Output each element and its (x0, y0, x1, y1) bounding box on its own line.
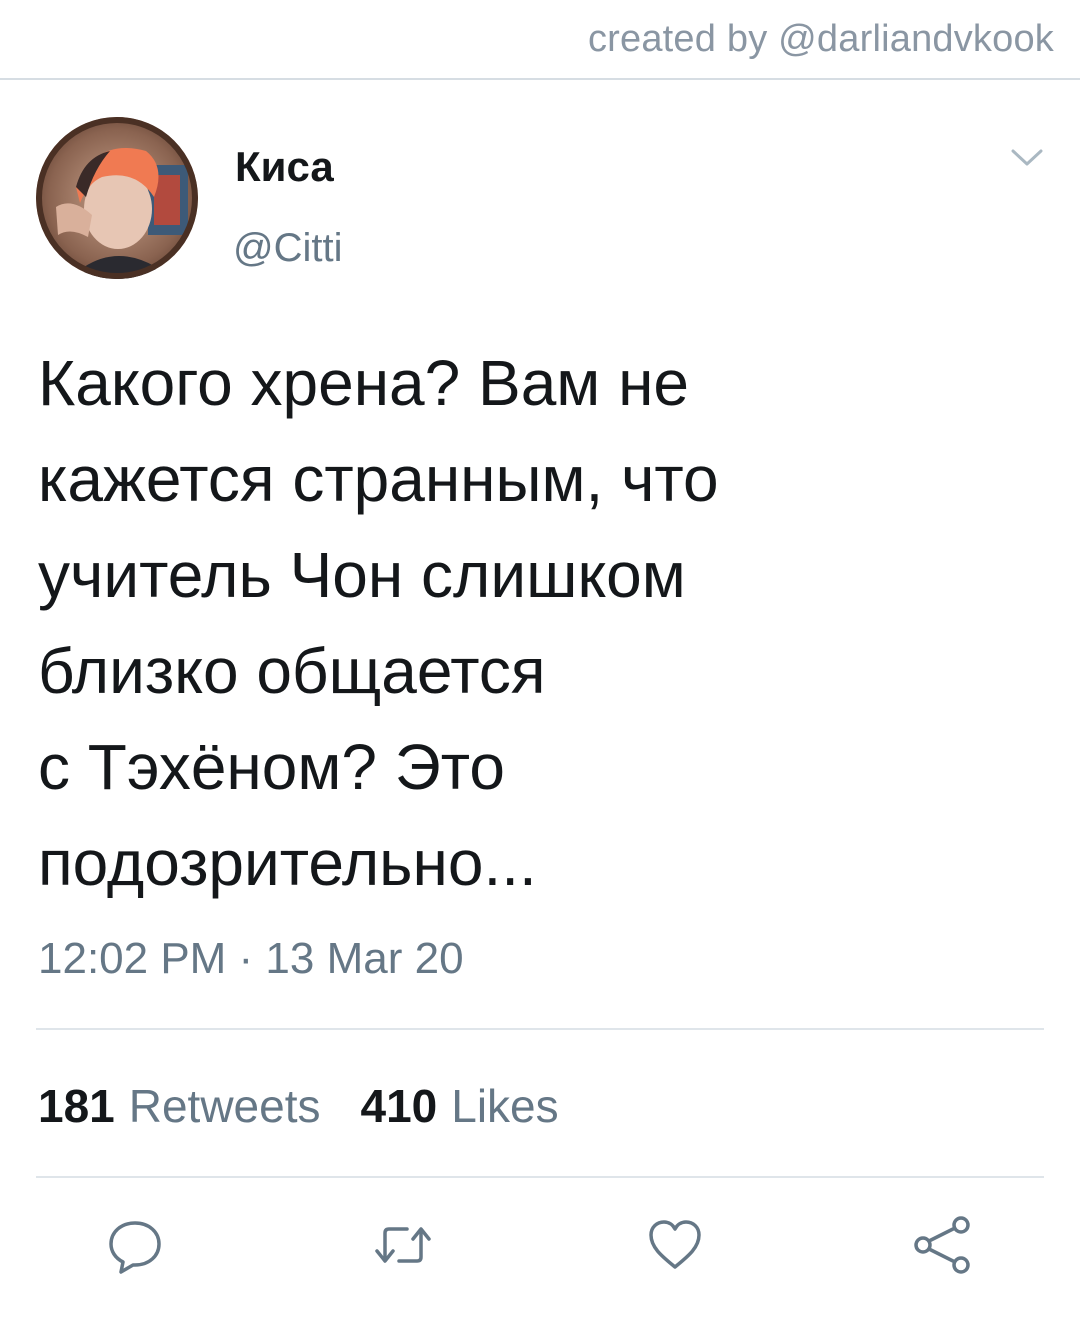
likes-count: 410 (360, 1080, 438, 1132)
retweets-count: 181 (38, 1080, 115, 1132)
reply-button[interactable] (100, 1210, 170, 1280)
likes-label: Likes (451, 1080, 559, 1132)
tweet-text-line: подозрительно... (38, 827, 537, 899)
retweets-stat[interactable]: 181 Retweets (38, 1079, 321, 1133)
stats-bar: 181 Retweets 410 Likes (38, 1079, 559, 1133)
top-divider (0, 78, 1080, 80)
chevron-down-icon[interactable] (1010, 146, 1044, 170)
tweet-text-line: Какого хрена? Вам не (38, 347, 689, 419)
tweet-text-line: кажется странным, что (38, 443, 719, 515)
likes-stat[interactable]: 410 Likes (361, 1079, 559, 1133)
avatar[interactable] (36, 117, 198, 279)
like-button[interactable] (640, 1210, 710, 1280)
tweet-text: Какого хрена? Вам не кажется странным, ч… (38, 335, 1048, 911)
like-icon (649, 1220, 701, 1269)
retweets-label: Retweets (128, 1080, 321, 1132)
divider (36, 1028, 1044, 1030)
display-name[interactable]: Киса (235, 143, 334, 191)
retweet-icon (375, 1227, 431, 1263)
user-handle[interactable]: @Citti (233, 226, 343, 271)
tweet-timestamp[interactable]: 12:02 PM · 13 Mar 20 (38, 934, 464, 984)
share-icon (914, 1216, 970, 1274)
share-button[interactable] (908, 1210, 978, 1280)
watermark: created by @darliandvkook (587, 18, 1054, 60)
divider (36, 1176, 1044, 1178)
tweet-text-line: близко общается (38, 635, 546, 707)
retweet-button[interactable] (368, 1210, 438, 1280)
tweet-text-line: учитель Чон слишком (38, 539, 686, 611)
tweet-text-line: с Тэхёном? Это (38, 731, 505, 803)
reply-icon (109, 1221, 161, 1274)
